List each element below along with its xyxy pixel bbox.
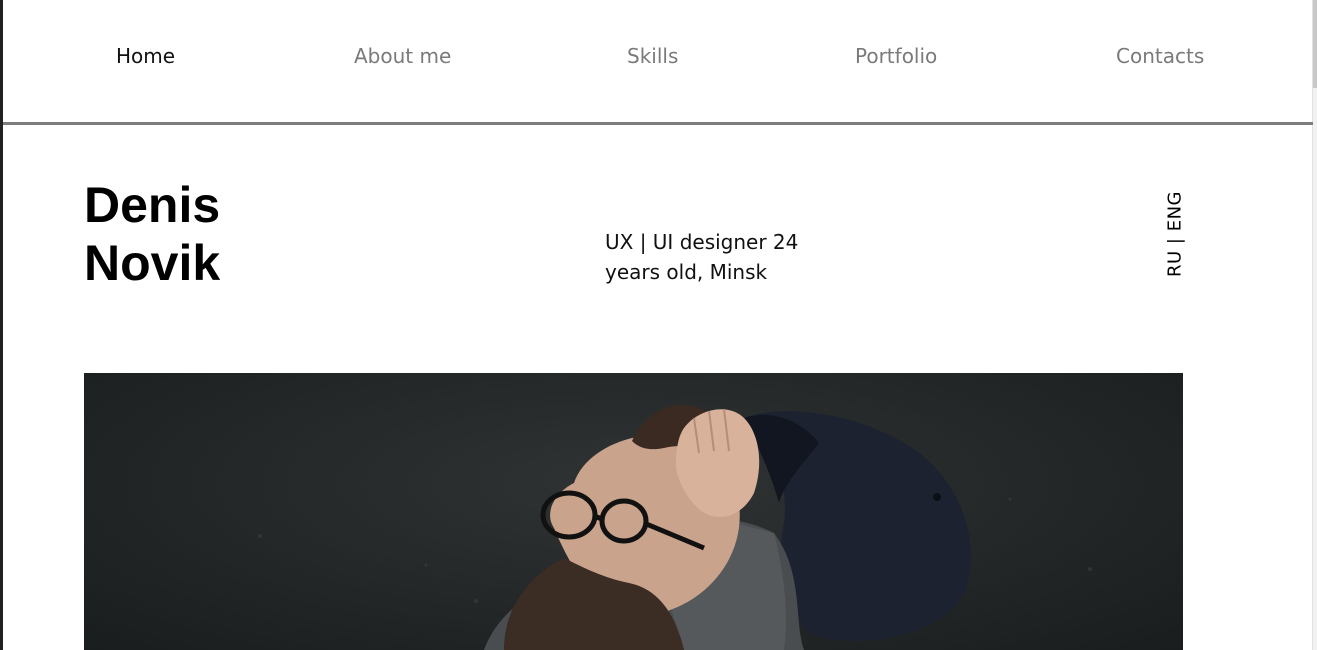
tagline-line-1: UX | UI designer 24 [605,230,799,254]
language-switch-label[interactable]: RU | ENG [1165,191,1186,277]
language-switch[interactable]: RU | ENG [1160,190,1190,278]
nav-item-portfolio[interactable]: Portfolio [855,42,937,70]
tagline-line-2: years old, Minsk [605,260,768,284]
first-name: Denis [84,177,221,233]
main-navigation: Home About me Skills Portfolio Contacts [3,0,1313,123]
tagline: UX | UI designer 24 years old, Minsk [605,227,805,287]
nav-item-home[interactable]: Home [116,42,175,70]
man-with-glasses-holding-cap-icon [258,404,1092,650]
nav-divider [3,122,1313,125]
last-name: Novik [84,235,221,291]
nav-item-contacts[interactable]: Contacts [1116,42,1204,70]
hero-photo [84,373,1183,650]
nav-item-skills[interactable]: Skills [627,42,678,70]
scrollbar-thumb[interactable] [1313,0,1317,88]
nav-item-about-me[interactable]: About me [354,42,451,70]
page-title: Denis Novik [84,176,220,292]
